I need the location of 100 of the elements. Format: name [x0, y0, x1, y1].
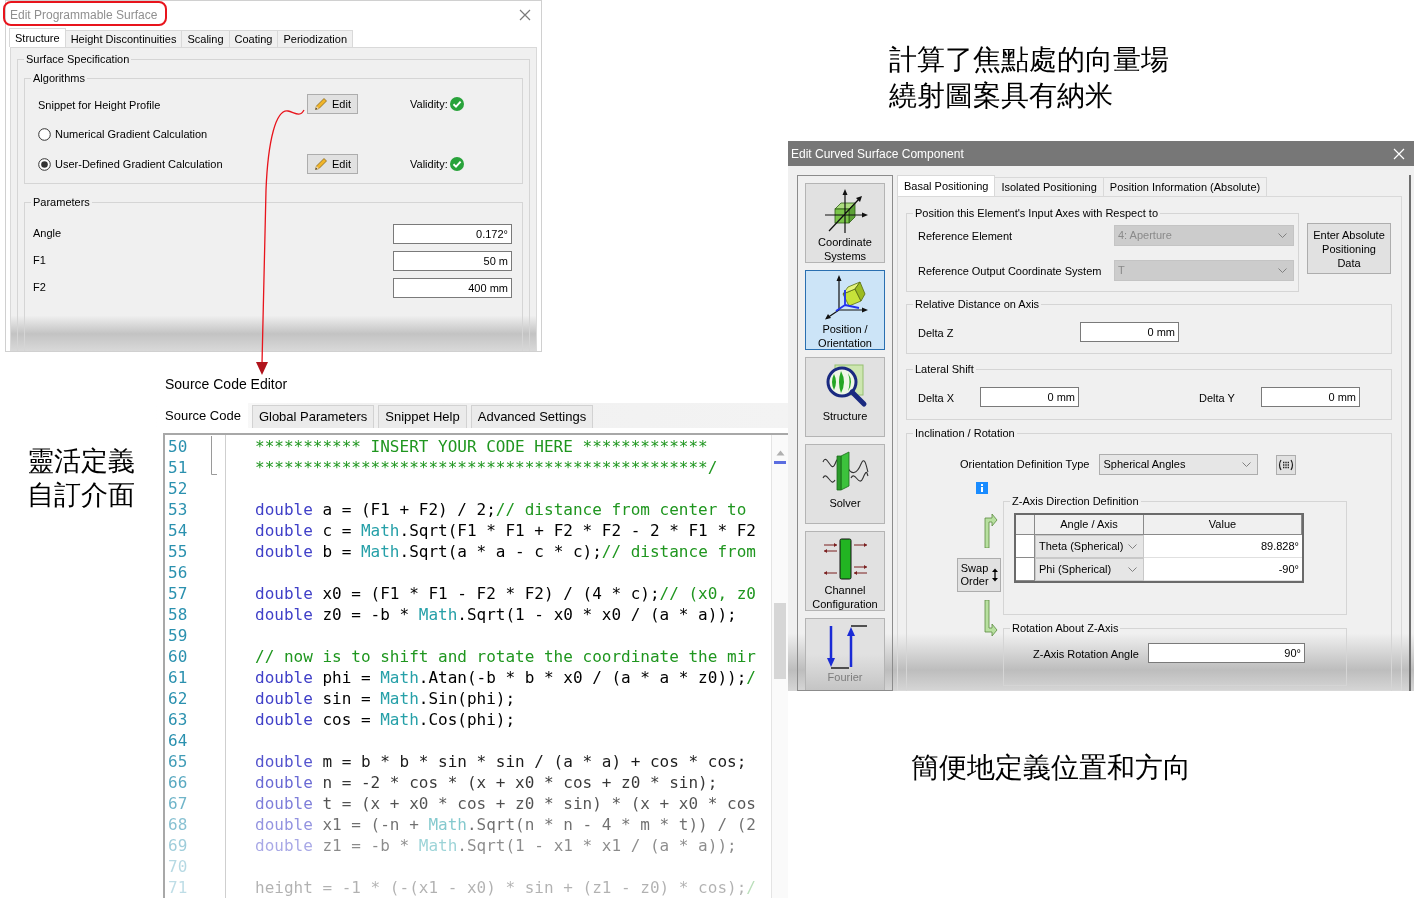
chevron-down-icon	[1128, 544, 1137, 549]
chevron-down-icon	[1128, 567, 1137, 572]
line-number: 70	[168, 856, 188, 877]
line-number: 67	[168, 793, 188, 814]
radio-icon[interactable]	[38, 157, 51, 171]
sidebar-button[interactable]: Solver	[805, 444, 885, 524]
validity-label: Validity:	[410, 156, 448, 172]
input-field[interactable]: 400 mm	[393, 277, 512, 298]
line-number: 60	[168, 646, 188, 667]
tab[interactable]: Structure	[9, 28, 66, 47]
window-title: Source Code Editor	[165, 377, 288, 391]
caption-text: 計算了焦點處的向量場 繞射圖案具有納米	[889, 42, 1169, 114]
tab[interactable]: Advanced Settings	[470, 405, 594, 428]
radio-option[interactable]: User-Defined Gradient Calculation	[38, 155, 223, 173]
tab[interactable]: Height Discontinuities	[65, 30, 183, 47]
sidebar-button[interactable]: Structure	[805, 357, 885, 437]
code-line: double z0 = -b * Math.Sqrt(1 - x0 * x0 / (a * a));	[255, 604, 737, 625]
code-line: double b = Math.Sqrt(a * a - c * c);// distance from	[255, 541, 756, 562]
code-line: double x1 = (-n + Math.Sqrt(n * n - 4 * m * t)) / (2	[255, 814, 756, 835]
field-label: F2	[33, 280, 46, 296]
scroll-up-arrow-icon	[775, 450, 785, 456]
line-number: 64	[168, 730, 188, 751]
code-line: double n = -2 * cos * (x + x0 * cos + z0 * sin);	[255, 772, 718, 793]
bent-arrow-down-icon	[982, 600, 998, 637]
code-line: // now is to shift and rotate the coordinate the mir	[255, 646, 756, 667]
code-line: double x0 = (F1 * F1 - F2 * F2) / (4 * c);// (x0, z0	[255, 583, 756, 604]
line-number: 53	[168, 499, 188, 520]
dropdown[interactable]: Phi (Spherical)	[1035, 558, 1144, 581]
tab[interactable]: Basal Positioning	[897, 175, 996, 196]
pencil-icon	[314, 157, 328, 171]
caption-text: 簡便地定義位置和方向	[911, 750, 1191, 786]
input-field[interactable]: 90°	[1148, 643, 1305, 663]
caption-text: 靈活定義 自訂介面	[27, 444, 135, 512]
dropdown[interactable]: Spherical Angles	[1099, 454, 1259, 475]
group-title: Relative Distance on Axis	[914, 297, 1041, 311]
line-number: 69	[168, 835, 188, 856]
sidebar-button[interactable]: Position / Orientation	[805, 270, 885, 350]
code-line: height = -1 * (-(x1 - x0) * sin + (z1 - z0) * cos);/	[255, 877, 756, 898]
tab[interactable]: Coating	[229, 30, 279, 47]
line-number: 57	[168, 583, 188, 604]
tab[interactable]: Position Information (Absolute)	[1103, 177, 1268, 196]
sidebar-button[interactable]: Channel Configuration	[805, 531, 885, 611]
line-number: 61	[168, 667, 188, 688]
field-label: F1	[33, 253, 46, 269]
matrix-button[interactable]	[1276, 454, 1297, 475]
fold-bracket-icon	[210, 436, 218, 476]
input-field[interactable]: 0.172°	[393, 223, 512, 244]
code-line: double t = (x + x0 * cos + z0 * sin) * (x + x0 * cos	[255, 793, 756, 814]
line-number: 56	[168, 562, 188, 583]
line-number: 51	[168, 457, 188, 478]
input-field[interactable]: 0 mm	[1261, 387, 1360, 407]
dropdown[interactable]: Theta (Spherical)	[1035, 535, 1144, 558]
matrix-icon	[1278, 458, 1295, 471]
code-line: double a = (F1 + F2) / 2;// distance from center to	[255, 499, 747, 520]
up-down-arrow-icon	[990, 568, 999, 582]
tab[interactable]: Periodization	[278, 30, 353, 47]
bent-arrow-up-icon	[982, 512, 998, 548]
input-field[interactable]: 50 m	[393, 250, 512, 271]
radio-icon[interactable]	[38, 127, 51, 141]
edit-button[interactable]: Edit	[307, 94, 358, 114]
window-title: Edit Curved Surface Component	[791, 147, 964, 160]
field-label: Delta X	[918, 392, 955, 404]
line-number: 50	[168, 436, 188, 457]
pencil-icon	[314, 97, 328, 111]
field-label: Z-Axis Rotation Angle	[1033, 648, 1139, 660]
value-field[interactable]: 89.828°	[1144, 535, 1302, 558]
swap-order-button[interactable]: Swap Order	[957, 558, 1001, 592]
chevron-down-icon	[1278, 267, 1287, 273]
group-title: Z-Axis Direction Definition	[1011, 494, 1140, 508]
scrollbar[interactable]	[771, 435, 788, 898]
field-label: Delta Z	[918, 327, 954, 339]
row-header-cell	[1016, 535, 1035, 558]
tab[interactable]: Global Parameters	[251, 405, 375, 428]
field-label: Angle	[33, 226, 62, 242]
input-field[interactable]: 0 mm	[1080, 322, 1179, 342]
line-number: 52	[168, 478, 188, 499]
input-field[interactable]: 0 mm	[980, 387, 1079, 407]
tab[interactable]: Isolated Positioning	[995, 177, 1104, 196]
sidebar-button[interactable]: Coordinate Systems	[805, 183, 885, 263]
close-icon[interactable]	[519, 8, 531, 21]
row-header-cell	[1016, 558, 1035, 581]
info-icon[interactable]	[976, 482, 988, 494]
field-label: Reference Output Coordinate System	[918, 265, 1102, 277]
line-number: 65	[168, 751, 188, 772]
window-title: Edit Programmable Surface	[10, 8, 158, 21]
position-marker	[774, 461, 786, 464]
field-label: Snippet for Height Profile	[38, 99, 161, 111]
radio-option[interactable]: Numerical Gradient Calculation	[38, 125, 208, 143]
enter-absolute-button[interactable]: Enter Absolute Positioning Data	[1307, 223, 1391, 274]
line-number: 63	[168, 709, 188, 730]
line-number: 55	[168, 541, 188, 562]
edit-button[interactable]: Edit	[307, 154, 358, 174]
line-number: 62	[168, 688, 188, 709]
scrollbar-thumb[interactable]	[774, 603, 786, 679]
tab[interactable]: Scaling	[182, 30, 230, 47]
group-title: Algorithms	[32, 71, 86, 85]
tab[interactable]: Snippet Help	[378, 405, 467, 428]
group-title: Lateral Shift	[914, 362, 975, 376]
code-line: double c = Math.Sqrt(F1 * F1 + F2 * F2 - 2 * F1 * F2	[255, 520, 756, 541]
value-field[interactable]: -90°	[1144, 558, 1302, 581]
